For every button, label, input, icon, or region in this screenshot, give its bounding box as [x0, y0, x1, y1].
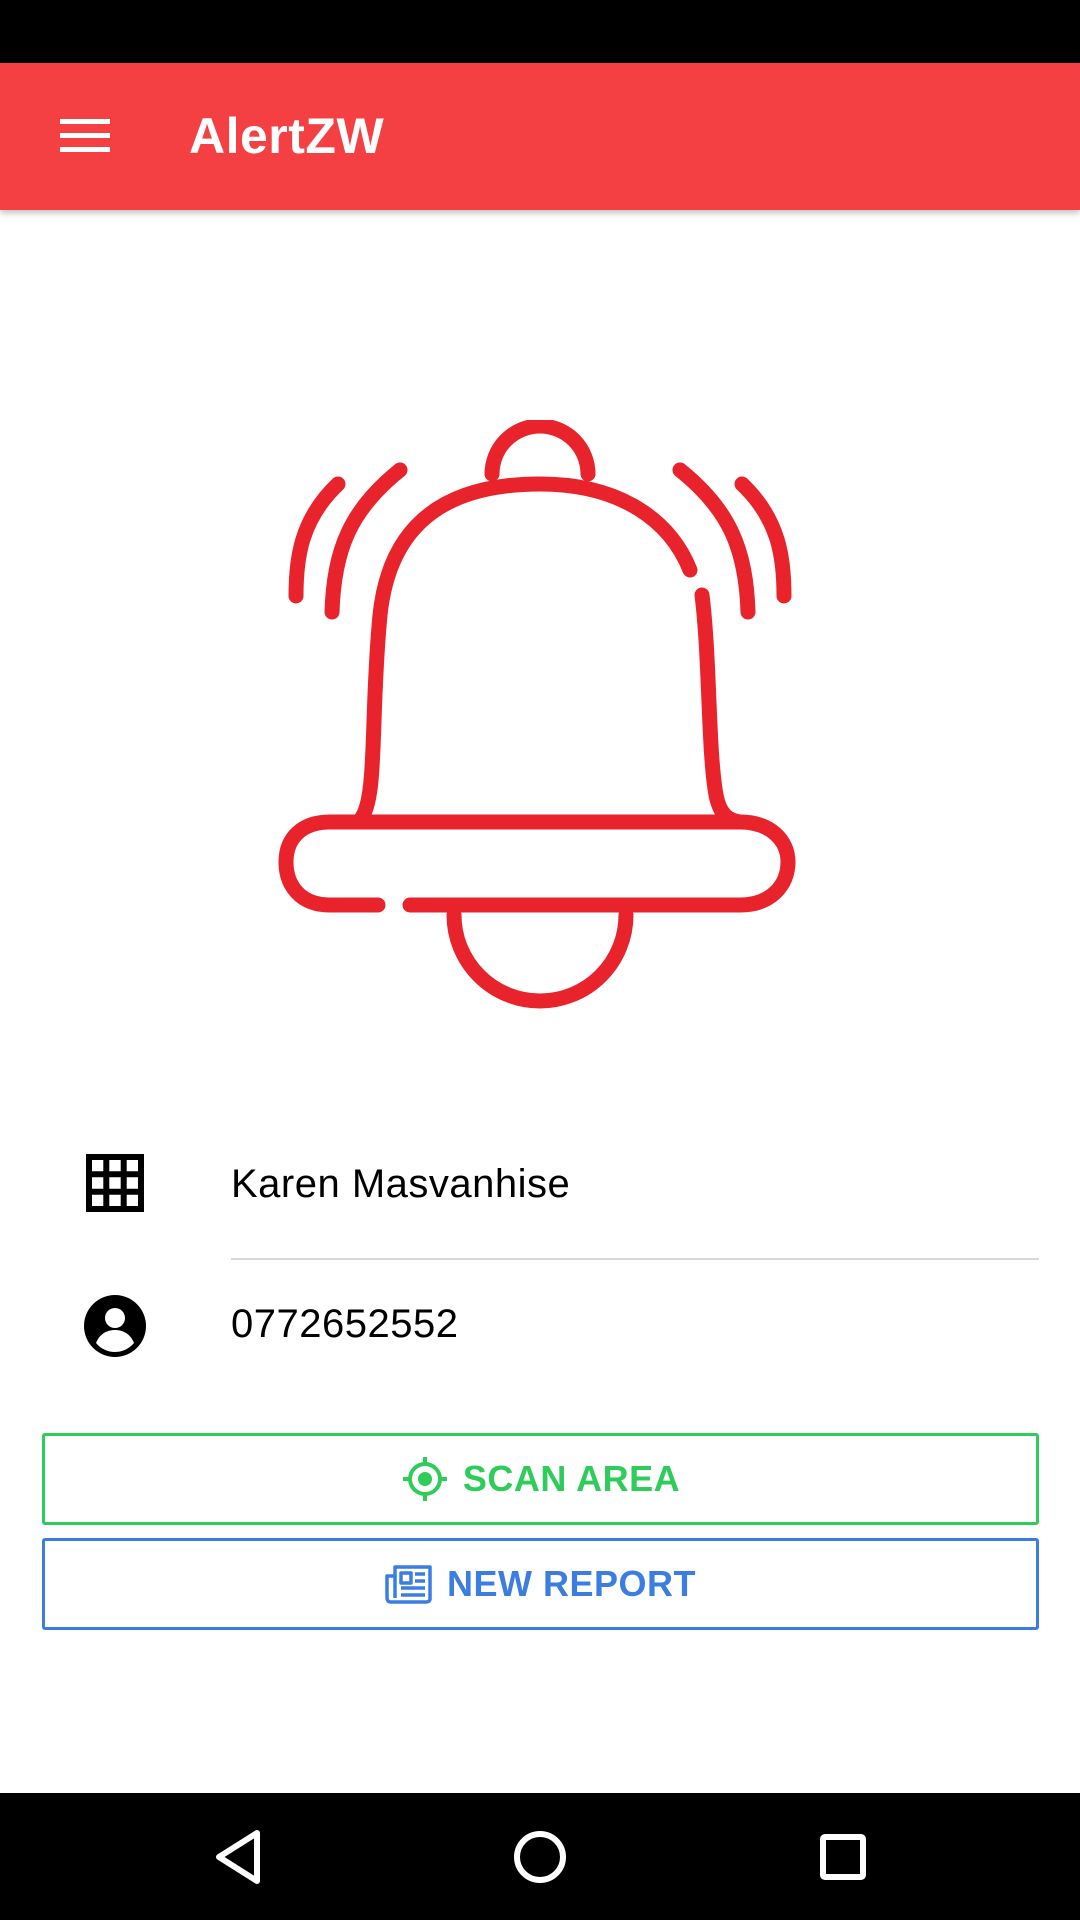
- recents-square-icon[interactable]: [798, 1815, 888, 1899]
- app-bar: AlertZW: [0, 63, 1080, 210]
- newspaper-icon: [385, 1560, 433, 1608]
- scan-area-button[interactable]: SCAN AREA: [42, 1433, 1039, 1525]
- new-report-label: NEW REPORT: [446, 1563, 696, 1604]
- name-value: Karen Masvanhise: [231, 1162, 571, 1206]
- account-circle-icon: [82, 1293, 148, 1359]
- app-title: AlertZW: [189, 108, 385, 164]
- status-bar: [0, 0, 1080, 63]
- grid-icon: [82, 1150, 148, 1216]
- back-triangle-icon[interactable]: [193, 1815, 283, 1899]
- phone-value: 0772652552: [231, 1302, 459, 1346]
- home-circle-icon[interactable]: [495, 1815, 585, 1899]
- scan-area-label: SCAN AREA: [462, 1458, 681, 1499]
- new-report-button[interactable]: NEW REPORT: [42, 1538, 1039, 1630]
- menu-icon[interactable]: [40, 101, 130, 171]
- crosshairs-gps-icon: [401, 1455, 449, 1503]
- system-nav-bar: [0, 1793, 1080, 1920]
- bell-ringing-icon: [270, 418, 810, 1020]
- name-divider: [231, 1258, 1039, 1260]
